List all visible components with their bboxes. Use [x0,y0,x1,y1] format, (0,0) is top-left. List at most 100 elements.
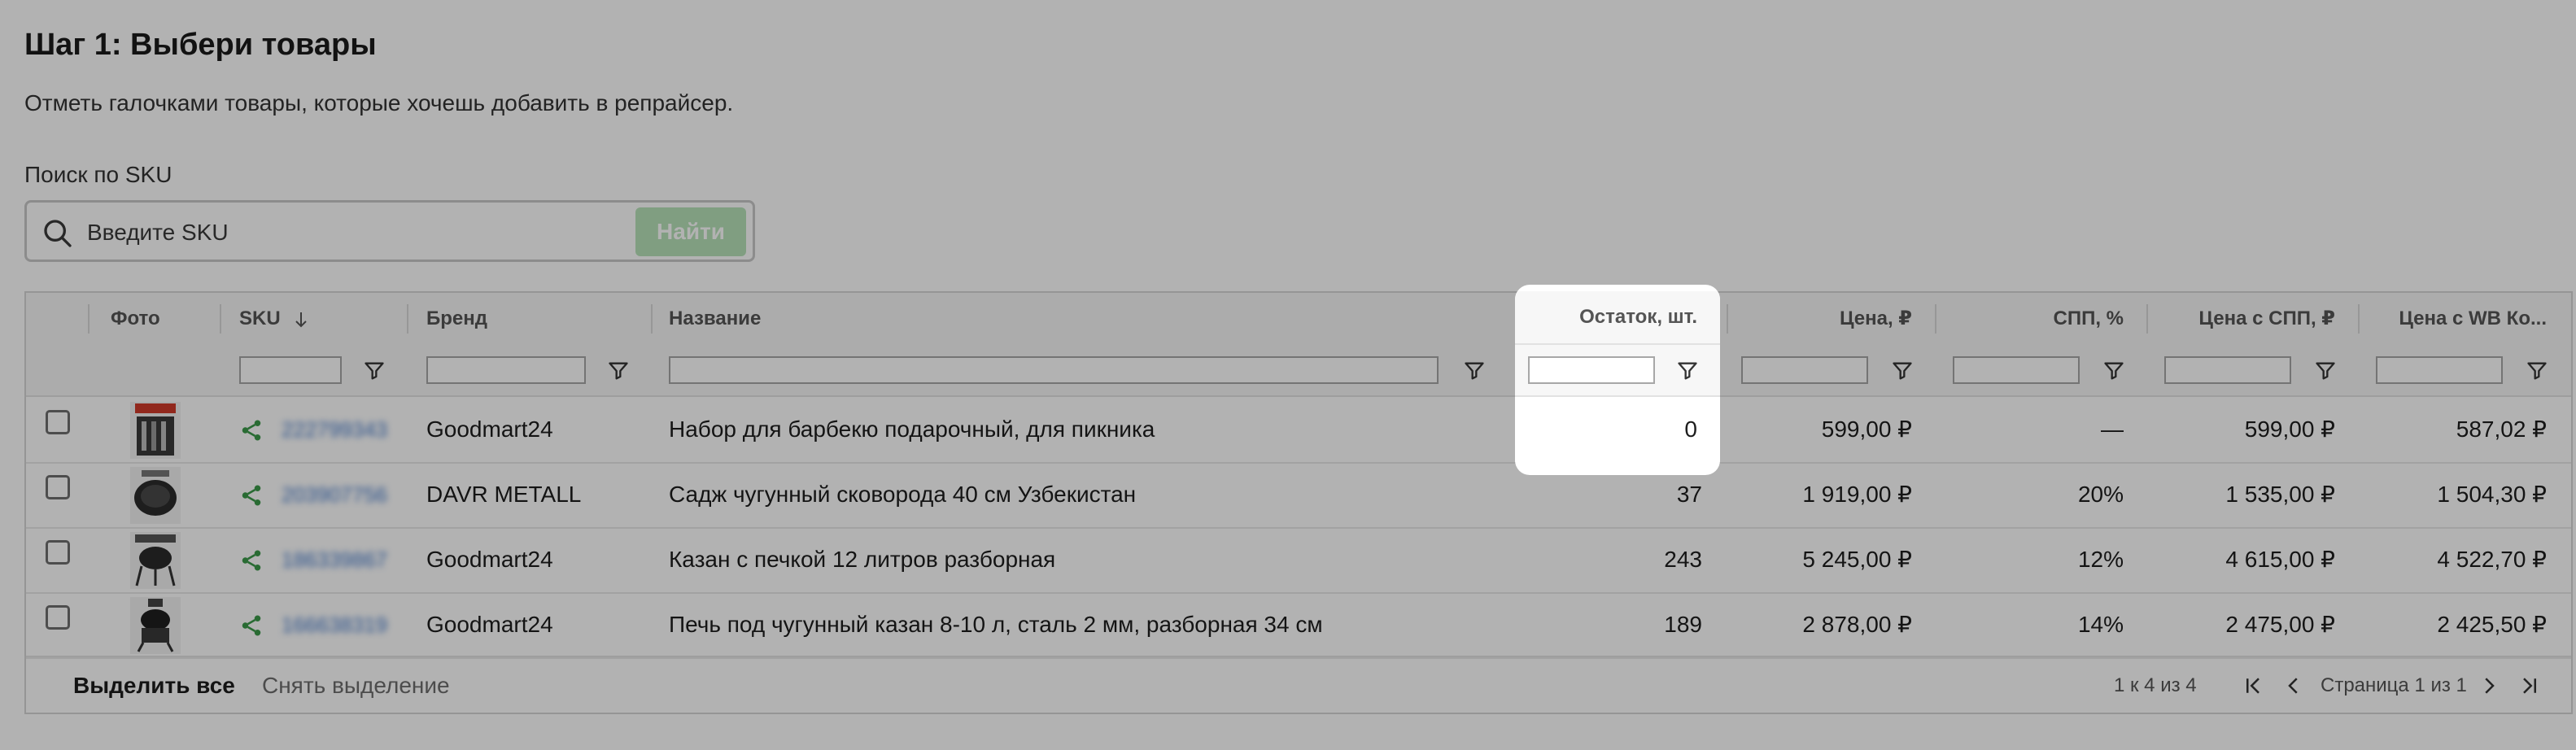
column-separator[interactable] [1935,304,1936,334]
products-table: Фото SKU Бренд Название Остаток, шт. Цен… [24,291,2573,714]
price-cell: 599,00 ₽ [1821,416,1912,442]
filter-icon[interactable] [363,360,386,382]
column-separator[interactable] [651,304,653,334]
share-icon[interactable] [239,613,264,638]
column-header-price[interactable]: Цена, ₽ [1735,293,1912,345]
sku-link[interactable]: 186339867 [282,527,387,592]
spp-cell: — [2101,416,2124,442]
table-row[interactable]: 203907756 DAVR METALL Садж чугунный сков… [26,462,2571,529]
row-checkbox[interactable] [46,475,70,499]
price-spp-cell: 2 475,00 ₽ [2225,612,2335,637]
filter-input-brand[interactable] [426,356,586,384]
sku-link[interactable]: 222799343 [282,397,387,462]
filter-input-price-wb[interactable] [2376,356,2503,384]
table-row[interactable]: 166638319 Goodmart24 Печь под чугунный к… [26,592,2571,659]
row-checkbox[interactable] [46,540,70,565]
product-photo[interactable] [130,467,181,524]
highlight-header: Остаток, шт. [1515,291,1720,345]
price-wb-cell: 587,02 ₽ [2456,416,2547,442]
column-header-brand[interactable]: Бренд [426,293,589,345]
brand-cell: Goodmart24 [426,612,553,637]
filter-icon[interactable] [1463,360,1486,382]
price-wb-cell: 4 522,70 ₽ [2437,547,2547,572]
column-header-photo: Фото [111,307,160,329]
share-icon[interactable] [239,548,264,573]
share-icon[interactable] [239,418,264,443]
column-separator[interactable] [2358,304,2360,334]
highlight-stock-column: Остаток, шт. 0 [1515,285,1720,475]
pagination-range: 1 к 4 из 4 [2114,674,2197,696]
last-page-icon[interactable] [2516,674,2540,698]
clear-selection-button[interactable]: Снять выделение [262,657,450,714]
first-page-icon[interactable] [2242,674,2267,698]
table-row[interactable]: 222799343 Goodmart24 Набор для барбекю п… [26,397,2571,464]
prev-page-icon[interactable] [2281,674,2306,698]
column-separator[interactable] [2146,304,2148,334]
column-header-name[interactable]: Название [669,293,913,345]
stock-cell: 189 [1664,612,1702,637]
table-footer: Выделить все Снять выделение 1 к 4 из 4 … [26,656,2571,714]
column-header-sku-label: SKU [239,307,281,329]
filter-icon[interactable] [2314,360,2337,382]
column-header-sku[interactable]: SKU [239,293,353,345]
filter-input-sku[interactable] [239,356,342,384]
filter-input-spp[interactable] [1953,356,2080,384]
product-photo[interactable] [130,402,181,459]
column-header-price-wb[interactable]: Цена с WB Ко... [2369,293,2547,345]
product-photo[interactable] [130,532,181,589]
filter-input-price[interactable] [1741,356,1868,384]
price-spp-cell: 599,00 ₽ [2244,416,2335,442]
column-separator[interactable] [88,304,90,334]
filter-icon[interactable] [1676,360,1699,382]
column-separator[interactable] [220,304,221,334]
name-cell: Печь под чугунный казан 8-10 л, сталь 2 … [669,612,1323,637]
filter-input-name[interactable] [669,356,1439,384]
sku-link[interactable]: 166638319 [282,592,387,657]
filter-icon[interactable] [2526,360,2548,382]
pagination-page: Страница 1 из 1 [2321,674,2467,696]
highlight-filter [1515,345,1720,397]
name-cell: Садж чугунный сковорода 40 см Узбекистан [669,482,1137,507]
filter-icon[interactable] [1891,360,1914,382]
spp-cell: 14% [2077,612,2124,637]
brand-cell: Goodmart24 [426,547,553,572]
spp-cell: 12% [2077,547,2124,572]
filter-icon[interactable] [2102,360,2125,382]
name-cell: Казан с печкой 12 литров разборная [669,547,1056,572]
next-page-icon[interactable] [2477,674,2501,698]
price-wb-cell: 1 504,30 ₽ [2437,482,2547,507]
sku-link[interactable]: 203907756 [282,462,387,527]
price-spp-cell: 1 535,00 ₽ [2225,482,2335,507]
row-checkbox[interactable] [46,605,70,630]
search-label: Поиск по SKU [24,162,172,187]
brand-cell: Goodmart24 [426,416,553,442]
table-row[interactable]: 186339867 Goodmart24 Казан с печкой 12 л… [26,527,2571,594]
search-button[interactable]: Найти [635,207,746,256]
column-separator[interactable] [407,304,408,334]
brand-cell: DAVR METALL [426,482,582,507]
filter-input-stock[interactable] [1528,356,1655,384]
column-separator[interactable] [1727,304,1728,334]
search-icon [44,220,72,247]
row-checkbox[interactable] [46,410,70,434]
page-subtitle: Отметь галочками товары, которые хочешь … [24,90,734,116]
spp-cell: 20% [2077,482,2124,507]
price-cell: 2 878,00 ₽ [1802,612,1912,637]
column-header-stock[interactable]: Остаток, шт. [1530,291,1697,343]
search-box: Найти [24,200,755,262]
filter-input-price-spp[interactable] [2164,356,2291,384]
column-header-price-spp[interactable]: Цена с СПП, ₽ [2158,293,2335,345]
select-all-button[interactable]: Выделить все [73,657,235,714]
price-cell: 5 245,00 ₽ [1802,547,1912,572]
filter-row [26,345,2571,397]
price-cell: 1 919,00 ₽ [1802,482,1912,507]
filter-icon[interactable] [607,360,630,382]
arrow-down-icon [295,312,308,328]
search-input[interactable] [85,212,642,253]
column-header-spp[interactable]: СПП, % [1946,293,2124,345]
product-photo[interactable] [130,597,181,654]
share-icon[interactable] [239,483,264,508]
price-spp-cell: 4 615,00 ₽ [2225,547,2335,572]
highlight-row: 0 [1515,397,1720,462]
name-cell: Набор для барбекю подарочный, для пикник… [669,416,1155,442]
